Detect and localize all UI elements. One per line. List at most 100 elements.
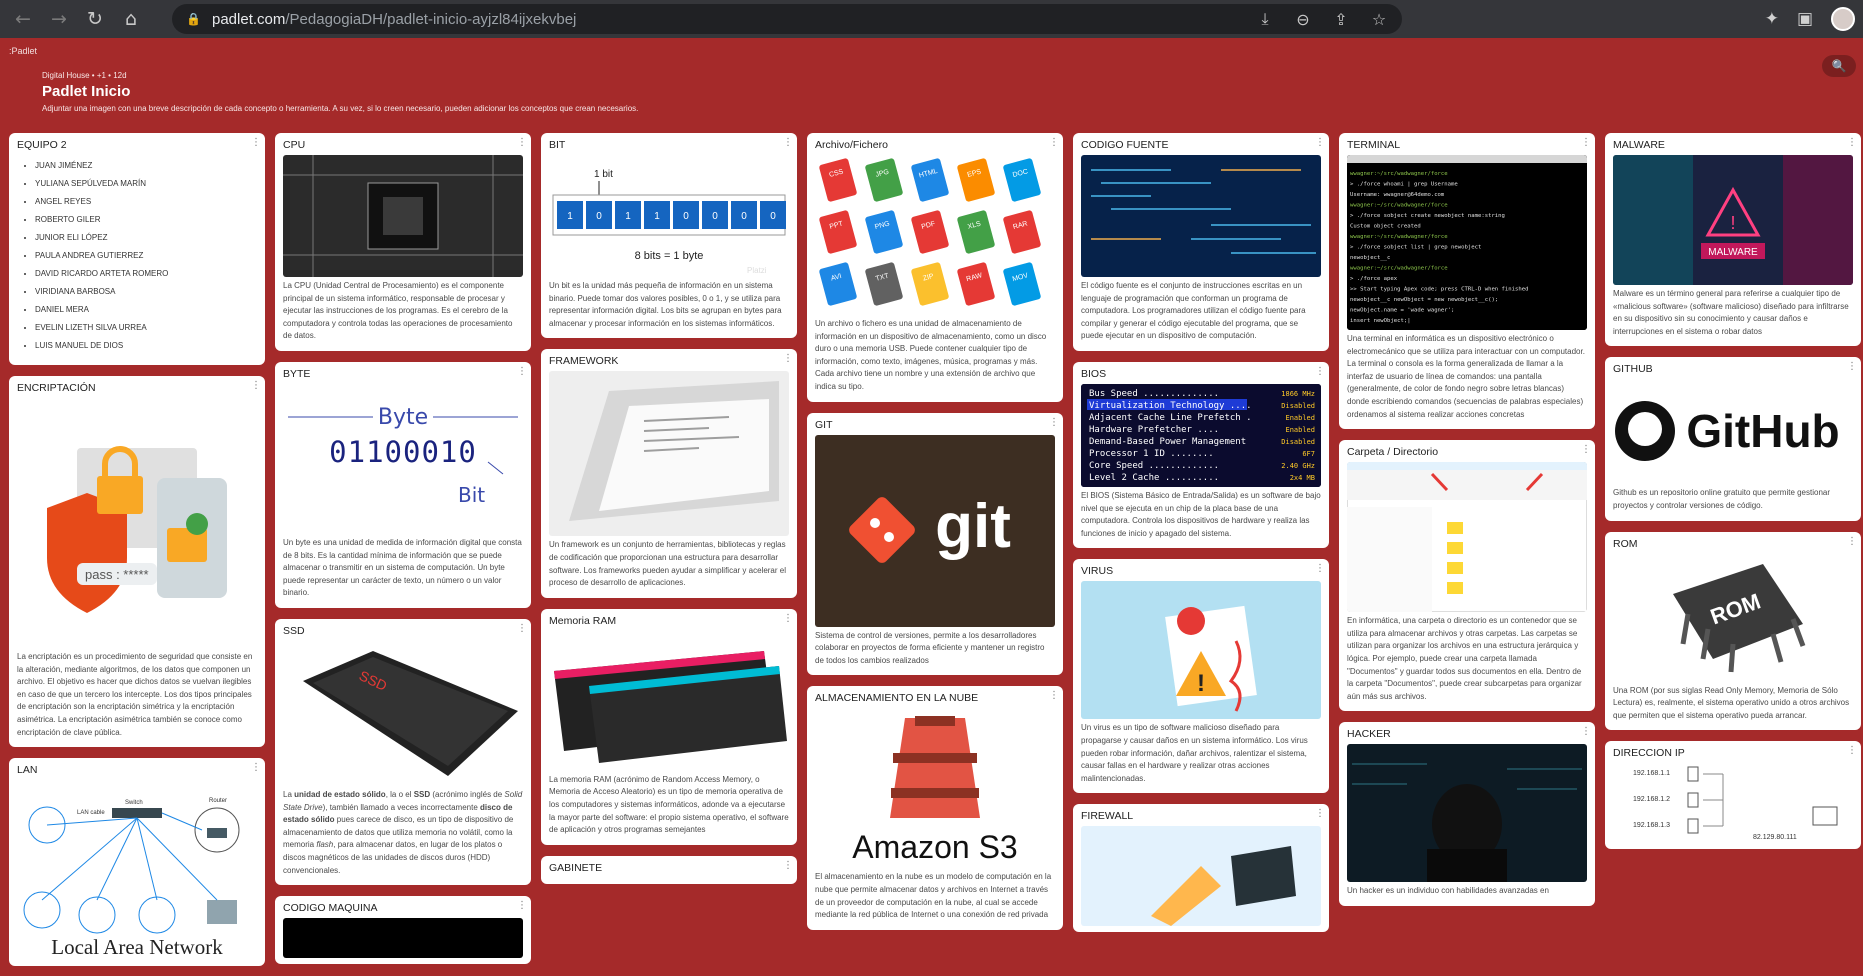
card-menu-icon[interactable]: ⋮ <box>1049 690 1059 701</box>
card-menu-icon[interactable]: ⋮ <box>1049 137 1059 148</box>
card-menu-icon[interactable]: ⋮ <box>783 353 793 364</box>
text-part: La <box>283 789 295 799</box>
card-encriptacion[interactable]: ENCRIPTACIÓN ⋮ pass : ***** La encriptac… <box>9 376 265 748</box>
card-menu-icon[interactable]: ⋮ <box>1315 366 1325 377</box>
card-title: GIT <box>815 418 833 431</box>
card-gabinete[interactable]: GABINETE ⋮ <box>541 855 797 884</box>
card-text: El almacenamiento en la nube es un model… <box>815 872 1052 920</box>
bios-screen-image: Bus Speed .............. 1866 MHz Virtuali… <box>1081 383 1321 487</box>
card-byte[interactable]: BYTE ⋮ Byte 01100010 Bit Un byte es una … <box>275 361 531 608</box>
card-framework[interactable]: FRAMEWORK ⋮ Un framework es un conjunto … <box>541 349 797 598</box>
card-title: LAN <box>17 764 38 777</box>
card-menu-icon[interactable]: ⋮ <box>783 860 793 871</box>
card-menu-icon[interactable]: ⋮ <box>783 613 793 624</box>
malware-label: MALWARE <box>1708 247 1758 258</box>
home-icon[interactable]: ⌂ <box>118 6 144 32</box>
card-terminal[interactable]: TERMINAL ⋮ wwagner:~/src/wadwagner/force… <box>1339 133 1595 430</box>
text-part: , la o el <box>385 789 414 799</box>
card-git[interactable]: GIT ⋮ git Sistema de control de versione… <box>807 412 1063 676</box>
terminal-line: wwagner:~/src/wadwagner/force <box>1350 171 1448 177</box>
card-text: La CPU (Unidad Central de Procesamiento)… <box>283 281 513 341</box>
card-menu-icon[interactable]: ⋮ <box>251 137 261 148</box>
terminal-line: wwagner:~/src/wadwagner/force <box>1350 234 1448 240</box>
card-title: MALWARE <box>1613 139 1665 151</box>
card-text: Un archivo o fichero es una unidad de al… <box>815 319 1047 391</box>
card-ssd[interactable]: SSD ⋮ SSD La unidad de estado sólido, la… <box>275 618 531 886</box>
lan-caption: Local Area Network <box>51 935 223 959</box>
share-icon[interactable]: ⇪ <box>1332 10 1350 29</box>
card-firewall[interactable]: FIREWALL ⋮ <box>1073 804 1329 933</box>
card-menu-icon[interactable]: ⋮ <box>517 137 527 148</box>
padlet-logo[interactable]: :Padlet <box>9 46 37 56</box>
card-menu-icon[interactable]: ⋮ <box>1049 417 1059 428</box>
card-menu-icon[interactable]: ⋮ <box>251 380 261 391</box>
card-text: Un bit es la unidad más pequeña de infor… <box>549 281 782 328</box>
card-text: Sistema de control de versiones, permite… <box>815 630 1045 665</box>
profile-avatar[interactable] <box>1831 7 1855 31</box>
card-menu-icon[interactable]: ⋮ <box>1315 563 1325 574</box>
card-malware[interactable]: MALWARE ⋮ ! MALWARE Malware es un términ… <box>1605 133 1861 347</box>
byte-bits: 01100010 <box>329 435 477 469</box>
card-title: ALMACENAMIENTO EN LA NUBE <box>815 692 979 705</box>
github-logo-text: GitHub <box>1686 405 1839 457</box>
card-menu-icon[interactable]: ⋮ <box>1847 536 1857 547</box>
card-text: Un virus es un tipo de software malicios… <box>1081 723 1308 783</box>
bios-setting-label: Virtualization Technology .... <box>1089 401 1252 411</box>
url-text: padlet.com/PedagogiaDH/padlet-inicio-ayj… <box>212 11 576 28</box>
card-menu-icon[interactable]: ⋮ <box>1581 137 1591 148</box>
back-icon[interactable]: ← <box>10 6 36 32</box>
card-archivo[interactable]: Archivo/Fichero ⋮ CSS JPG HTML EPS DOC PPT PNG… <box>807 133 1063 402</box>
card-hacker[interactable]: HACKER ⋮ Un hacker es un individuo con h… <box>1339 722 1595 906</box>
card-cpu[interactable]: CPU ⋮ La CPU (Unidad Central de Procesam… <box>275 133 531 351</box>
card-menu-icon[interactable]: ⋮ <box>1847 361 1857 372</box>
card-text: Una ROM (por sus siglas Read Only Memory… <box>1613 685 1850 720</box>
card-carpeta[interactable]: Carpeta / Directorio ⋮ En informática, u… <box>1339 440 1595 712</box>
card-menu-icon[interactable]: ⋮ <box>1581 726 1591 737</box>
ip-address: 192.168.1.1 <box>1633 770 1670 777</box>
card-bit[interactable]: BIT ⋮ 1 bit 1 0 1 1 0 0 0 0 8 bits = 1 byte Pla… <box>541 133 797 339</box>
reload-icon[interactable]: ↻ <box>82 6 108 32</box>
card-virus[interactable]: VIRUS ⋮ ! Un virus es un tipo de softwar… <box>1073 559 1329 794</box>
card-title: GITHUB <box>1613 363 1653 376</box>
card-menu-icon[interactable]: ⋮ <box>517 366 527 377</box>
card-equipo[interactable]: EQUIPO 2 ⋮ JUAN JIMÉNEZ YULIANA SEPÚLVED… <box>9 133 265 365</box>
card-lan[interactable]: LAN ⋮ Switch Router LAN cable Local Area… <box>9 758 265 967</box>
zoom-icon[interactable]: ⊖ <box>1294 10 1312 29</box>
card-codigo-fuente[interactable]: CODIGO FUENTE ⋮ El código fuente es el c… <box>1073 133 1329 351</box>
card-memoria-ram[interactable]: Memoria RAM ⋮ La memoria RAM (acrónimo d… <box>541 608 797 845</box>
card-menu-icon[interactable]: ⋮ <box>1847 137 1857 148</box>
text-part: unidad de estado sólido <box>294 789 386 799</box>
card-text: Una terminal en informática es un dispos… <box>1347 334 1585 419</box>
card-rom[interactable]: ROM ⋮ ROM Una ROM (por sus siglas Read O… <box>1605 531 1861 731</box>
terminal-line: >> Start typing Apex code; press CTRL-D … <box>1350 287 1529 293</box>
card-menu-icon[interactable]: ⋮ <box>1847 745 1857 756</box>
extensions-icon[interactable]: ✦ <box>1765 9 1779 29</box>
bios-setting-value: Enabled <box>1285 414 1315 422</box>
side-panel-icon[interactable]: ▣ <box>1797 9 1813 29</box>
column-7: MALWARE ⋮ ! MALWARE Malware es un términ… <box>1605 133 1861 860</box>
card-menu-icon[interactable]: ⋮ <box>251 762 261 773</box>
list-item: ANGEL REYES <box>35 193 257 211</box>
card-menu-icon[interactable]: ⋮ <box>1315 808 1325 819</box>
git-logo-image: git <box>815 434 1055 627</box>
card-github[interactable]: GITHUB ⋮ GitHub Github es un repositorio… <box>1605 357 1861 521</box>
install-app-icon[interactable]: ⤓ <box>1256 9 1274 28</box>
card-nube[interactable]: ALMACENAMIENTO EN LA NUBE ⋮ Amazon S3 El… <box>807 686 1063 930</box>
card-menu-icon[interactable]: ⋮ <box>517 623 527 634</box>
malware-image: ! MALWARE <box>1613 155 1853 285</box>
address-bar[interactable]: 🔒 padlet.com/PedagogiaDH/padlet-inicio-a… <box>172 4 1402 34</box>
card-title: CODIGO FUENTE <box>1081 139 1169 151</box>
switch-label: Switch <box>125 800 143 806</box>
card-bios[interactable]: BIOS ⋮ Bus Speed .............. 1866 MHz V… <box>1073 361 1329 549</box>
card-menu-icon[interactable]: ⋮ <box>1315 137 1325 148</box>
bookmark-star-icon[interactable]: ☆ <box>1370 10 1388 29</box>
search-icon[interactable]: 🔍 <box>1822 55 1856 77</box>
card-menu-icon[interactable]: ⋮ <box>783 137 793 148</box>
forward-icon[interactable]: → <box>46 6 72 32</box>
list-item: JUNIOR ELI LÓPEZ <box>35 229 257 247</box>
card-menu-icon[interactable]: ⋮ <box>517 900 527 911</box>
bios-setting-value: 2x4 MB <box>1290 474 1315 482</box>
card-menu-icon[interactable]: ⋮ <box>1581 444 1591 455</box>
card-codigo-maquina[interactable]: CODIGO MAQUINA ⋮ <box>275 896 531 965</box>
card-direccion-ip[interactable]: DIRECCION IP ⋮ 192.168.1.1 192.168.1.2 1… <box>1605 741 1861 850</box>
